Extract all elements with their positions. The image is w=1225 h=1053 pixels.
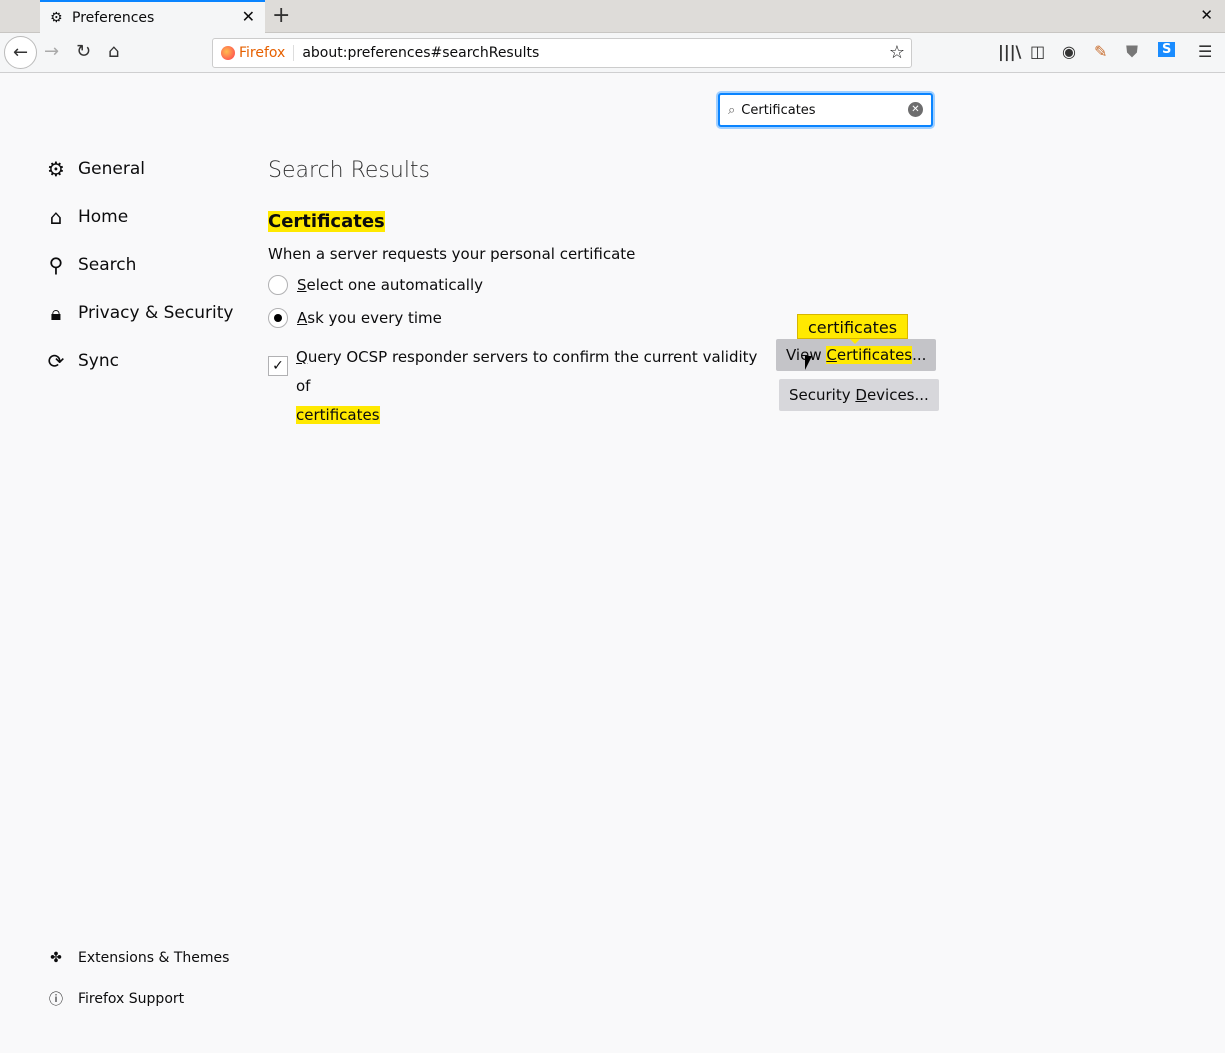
- clear-search-icon[interactable]: ✕: [908, 102, 923, 117]
- account-icon[interactable]: ◉: [1062, 42, 1076, 61]
- help-icon: ⓘ: [49, 992, 63, 1008]
- sidebar-item-label: Search: [78, 255, 137, 275]
- section-title: Certificates: [268, 211, 385, 232]
- window-close-icon[interactable]: ✕: [1200, 6, 1213, 24]
- search-tooltip: certificates: [797, 314, 909, 344]
- accesskey: A: [297, 309, 308, 327]
- gear-icon: ⚙: [47, 157, 65, 181]
- label-text: uery OCSP responder servers to confirm t…: [296, 348, 758, 395]
- menu-icon[interactable]: ☰: [1198, 42, 1212, 61]
- accesskey: Q: [296, 348, 308, 366]
- ublock-icon[interactable]: ⛊: [1126, 42, 1138, 62]
- section-title-text: Certificates: [268, 211, 385, 232]
- puzzle-icon: ✤: [50, 950, 62, 966]
- sidebar-item-label: Sync: [78, 351, 119, 371]
- search-icon: ⚲: [48, 253, 64, 277]
- sidebar-item-privacy[interactable]: 🔒︎ Privacy & Security: [45, 301, 245, 325]
- accesskey: S: [297, 276, 307, 294]
- tab-title: Preferences: [72, 9, 155, 26]
- btn-text: ertificates: [836, 346, 913, 364]
- tab-preferences[interactable]: ⚙ Preferences ✕: [40, 0, 265, 33]
- search-value: Certificates: [741, 102, 816, 118]
- lock-icon: 🔒︎: [50, 301, 62, 325]
- sidebar-item-label: General: [78, 159, 145, 179]
- url-text[interactable]: about:preferences#searchResults: [294, 45, 539, 61]
- sidebar-icon[interactable]: ◫: [1030, 42, 1045, 61]
- back-icon[interactable]: ←: [4, 36, 37, 69]
- gear-icon: ⚙: [50, 9, 63, 26]
- btn-text: evices...: [866, 386, 929, 404]
- sidebar-extensions-link[interactable]: ✤ Extensions & Themes: [45, 950, 245, 966]
- sidebar-item-home[interactable]: ⌂ Home: [45, 205, 245, 229]
- btn-text: ...: [912, 346, 927, 364]
- url-bar[interactable]: Firefox about:preferences#searchResults …: [212, 38, 912, 68]
- identity-label: Firefox: [239, 45, 286, 61]
- home-icon[interactable]: ⌂: [108, 41, 119, 62]
- forward-icon[interactable]: →: [44, 41, 59, 62]
- label-text: sk you every time: [307, 309, 442, 327]
- identity-box[interactable]: Firefox: [213, 45, 295, 61]
- sidebar-item-general[interactable]: ⚙ General: [45, 157, 245, 181]
- close-tab-icon[interactable]: ✕: [242, 7, 255, 26]
- radio-select-automatically[interactable]: [268, 275, 288, 295]
- sidebar-item-search[interactable]: ⚲ Search: [45, 253, 245, 277]
- radio-ask-every-time[interactable]: [268, 308, 288, 328]
- search-icon: ⌕: [728, 102, 736, 118]
- radio-ask-every-time-label[interactable]: Ask you every time: [297, 309, 442, 327]
- label-highlight: certificates: [296, 406, 380, 424]
- radio-select-automatically-label[interactable]: Select one automatically: [297, 276, 483, 294]
- btn-text: Security: [789, 386, 856, 404]
- extension-icon[interactable]: ✎: [1094, 42, 1107, 61]
- sidebar-item-label: Home: [78, 207, 129, 227]
- nav-bar: ← → ↻ ⌂ Firefox about:preferences#search…: [0, 33, 1225, 73]
- footer-label: Firefox Support: [78, 991, 185, 1007]
- security-devices-button[interactable]: Security Devices...: [779, 379, 939, 411]
- s-extension-icon[interactable]: S: [1158, 42, 1176, 57]
- sidebar-item-label: Privacy & Security: [78, 303, 234, 323]
- certificate-prompt: When a server requests your personal cer…: [268, 245, 636, 263]
- label-text: elect one automatically: [306, 276, 483, 294]
- accesskey: C: [826, 346, 837, 364]
- firefox-icon: [221, 46, 235, 60]
- library-icon[interactable]: |||\: [998, 42, 1021, 61]
- sidebar-support-link[interactable]: ⓘ Firefox Support: [45, 989, 245, 1009]
- tab-bar: ⚙ Preferences ✕ + ✕: [0, 0, 1225, 33]
- new-tab-icon[interactable]: +: [272, 3, 290, 28]
- page-title: Search Results: [268, 158, 431, 183]
- footer-label: Extensions & Themes: [78, 950, 230, 966]
- bookmark-star-icon[interactable]: ☆: [889, 42, 905, 63]
- sync-icon: ⟳: [47, 349, 65, 373]
- ocsp-checkbox-label[interactable]: Query OCSP responder servers to confirm …: [296, 343, 771, 430]
- ocsp-checkbox[interactable]: ✓: [268, 356, 288, 376]
- reload-icon[interactable]: ↻: [76, 41, 91, 62]
- home-icon: ⌂: [49, 205, 63, 229]
- sidebar-item-sync[interactable]: ⟳ Sync: [45, 349, 245, 373]
- mouse-cursor-icon: [805, 356, 812, 370]
- search-preferences-input[interactable]: ⌕ Certificates ✕: [718, 93, 933, 127]
- accesskey: D: [855, 386, 867, 404]
